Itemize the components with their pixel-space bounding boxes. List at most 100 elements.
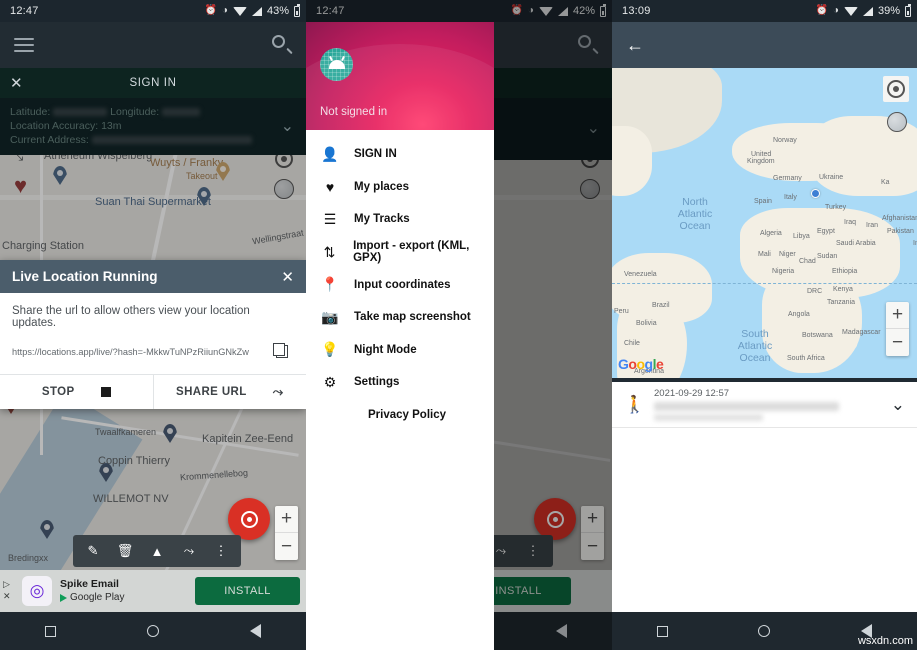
country-label: Libya xyxy=(793,233,810,240)
drawer-item-my-tracks[interactable]: ☰ My Tracks xyxy=(306,203,494,236)
country-label: Chile xyxy=(624,340,640,347)
chevron-down-icon[interactable]: ⌄ xyxy=(281,118,294,134)
drawer-item-settings[interactable]: ⚙ Settings xyxy=(306,366,494,399)
more-vert-icon[interactable]: ⋮ xyxy=(205,535,237,567)
latitude-label: Latitude: xyxy=(10,106,51,118)
drawer-item-night-mode[interactable]: 💡 Night Mode xyxy=(306,334,494,367)
track-name-blurred xyxy=(654,402,839,411)
drawer-item-label: Input coordinates xyxy=(354,278,451,291)
country-label: Ka xyxy=(881,179,890,186)
map-label: Twaalfkameren xyxy=(95,427,157,437)
install-button[interactable]: INSTALL xyxy=(195,577,300,605)
panel-navigation-drawer: 12:47 ⏰ ◑ 42% ⌄ an Bee Kapitein Zee-Een xyxy=(306,0,612,650)
signal-icon xyxy=(862,6,873,16)
zoom-in-button[interactable]: + xyxy=(275,506,298,533)
home-circle-icon[interactable] xyxy=(146,625,159,637)
accuracy-label: Location Accuracy: xyxy=(10,120,99,132)
current-location-dot xyxy=(811,189,820,198)
country-label: Kenya xyxy=(833,286,853,293)
drawer-item-my-places[interactable]: ♥ My places xyxy=(306,171,494,204)
zoom-controls-3[interactable]: + − xyxy=(886,302,909,356)
map-label: Suan Thai Supermarket xyxy=(95,196,211,208)
drawer-item-input-coordinates[interactable]: 📍 Input coordinates xyxy=(306,268,494,301)
delete-icon[interactable]: 🗑 xyxy=(109,535,141,567)
map-label: Kapitein Zee-Eend xyxy=(202,433,294,445)
map-label: Charging Station xyxy=(2,240,84,252)
drawer-item-import-export[interactable]: ⇅ Import - export (KML, GPX) xyxy=(306,236,494,269)
longitude-label: Longitude: xyxy=(110,106,160,118)
alarm-icon: ⏰ xyxy=(204,5,217,16)
battery-percent: 43% xyxy=(266,5,289,17)
battery-percent: 39% xyxy=(877,5,900,17)
android-avatar-icon[interactable] xyxy=(320,48,353,81)
hamburger-icon[interactable] xyxy=(14,34,34,56)
track-list-item[interactable]: 🚶 2021-09-29 12:57 ⌄ xyxy=(612,382,917,428)
drawer-item-screenshot[interactable]: 📷 Take map screenshot xyxy=(306,301,494,334)
alarm-icon: ⏰ xyxy=(815,5,828,16)
globe-layers-icon[interactable] xyxy=(272,177,296,201)
recents-square-icon[interactable] xyxy=(45,625,57,637)
country-label: Angola xyxy=(788,311,810,318)
ad-title: Spike Email xyxy=(60,578,119,590)
drawer-item-sign-in[interactable]: 👤 SIGN IN xyxy=(306,138,494,171)
country-label: Chad xyxy=(799,258,816,265)
country-label: Ukraine xyxy=(819,174,844,181)
globe-layers-icon[interactable] xyxy=(885,110,909,134)
stop-button[interactable]: STOP xyxy=(0,375,153,409)
map-label: WILLEMOT NV xyxy=(93,493,169,505)
country-label: Niger xyxy=(779,251,796,258)
signin-label[interactable]: SIGN IN xyxy=(0,77,306,89)
country-label: Iraq xyxy=(844,219,857,226)
status-bar-1: 12:47 ⏰ ◑ 43% xyxy=(0,0,306,22)
country-label: South Africa xyxy=(787,355,825,362)
signal-icon xyxy=(251,6,262,16)
navigate-icon[interactable]: ▲ xyxy=(141,535,173,567)
country-label: Saudi Arabia xyxy=(836,240,876,247)
world-map-canvas[interactable]: North Atlantic Ocean South Atlantic Ocea… xyxy=(612,68,917,378)
map-label: Wuyts / Franky xyxy=(150,157,224,169)
location-info-block: Latitude: Longitude: Location Accuracy: … xyxy=(0,98,306,155)
live-location-dialog: Live Location Running ✕ Share the url to… xyxy=(0,260,306,409)
dialog-title: Live Location Running xyxy=(12,269,158,284)
drawer-item-privacy-policy[interactable]: Privacy Policy xyxy=(306,399,494,432)
copy-icon[interactable] xyxy=(273,343,288,358)
my-location-icon[interactable] xyxy=(883,76,909,102)
share-url-button[interactable]: SHARE URL ⤳ xyxy=(152,375,307,409)
country-label: DRC xyxy=(807,288,823,295)
wifi-icon xyxy=(232,6,247,16)
recents-square-icon[interactable] xyxy=(657,625,669,637)
edit-icon[interactable]: ✎ xyxy=(77,535,109,567)
battery-icon xyxy=(294,3,300,17)
country-label: Ethiopia xyxy=(832,268,858,275)
share-url-text[interactable]: https://locations.app/live/?hash=-MkkwTu… xyxy=(12,347,276,357)
back-triangle-icon[interactable] xyxy=(249,624,261,638)
status-time: 13:09 xyxy=(622,5,651,17)
drawer-item-label: Take map screenshot xyxy=(354,311,471,324)
country-label: Egypt xyxy=(817,228,835,235)
zoom-out-button[interactable]: − xyxy=(886,329,909,356)
camera-icon: 📷 xyxy=(321,308,339,325)
zoom-in-button[interactable]: + xyxy=(886,302,909,329)
recenter-icon[interactable] xyxy=(228,498,270,540)
arrow-back-icon[interactable]: ← xyxy=(626,35,644,56)
drawer-item-label: Privacy Policy xyxy=(368,409,446,422)
ad-controls[interactable]: ▷ ✕ xyxy=(3,578,11,602)
map-label: Wellingstraat xyxy=(251,227,305,247)
search-icon[interactable] xyxy=(272,35,293,55)
country-label: Brazil xyxy=(652,302,670,309)
top-bar-3: ← xyxy=(612,22,917,68)
zoom-controls-1[interactable]: + − xyxy=(275,506,298,560)
vibrate-icon: ◑ xyxy=(221,5,228,16)
latitude-value-blurred xyxy=(53,108,108,117)
map-label: Krommenellebog xyxy=(179,467,249,483)
map-label: Bredingxx xyxy=(8,553,49,563)
ad-banner-1[interactable]: ▷ ✕ ◎ Spike Email Google Play INSTALL xyxy=(0,570,306,612)
chevron-down-icon[interactable]: ⌄ xyxy=(891,395,905,415)
google-play-icon xyxy=(60,593,67,602)
home-circle-icon[interactable] xyxy=(758,625,771,637)
share-icon[interactable]: ⤳ xyxy=(173,535,205,567)
zoom-out-button[interactable]: − xyxy=(275,533,298,560)
country-label: Afghanistan xyxy=(882,215,917,222)
close-icon[interactable]: ✕ xyxy=(281,268,294,286)
dialog-description: Share the url to allow others view your … xyxy=(12,305,250,329)
